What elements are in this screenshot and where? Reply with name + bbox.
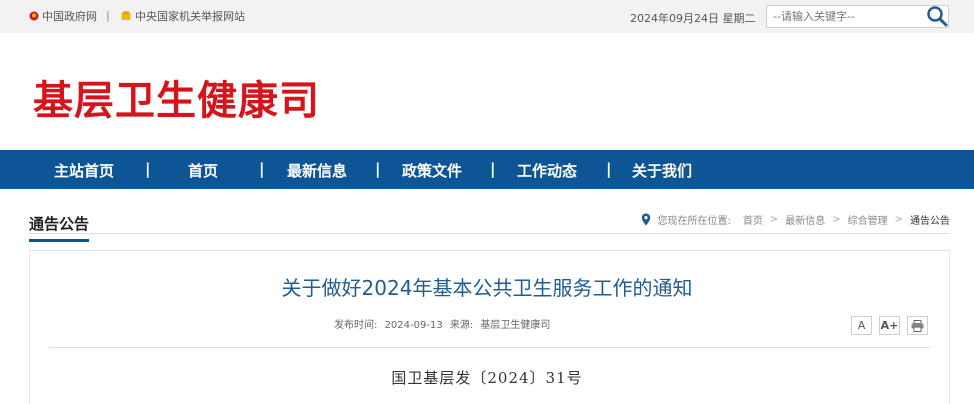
section-title: 通告公告 (29, 213, 90, 242)
breadcrumb-notices[interactable]: 通告公告 (910, 212, 950, 227)
nav-separator: | (259, 160, 265, 178)
nav-item-home[interactable]: 首页 (188, 160, 218, 181)
publish-date: 2024-09-13 (384, 320, 443, 331)
report-site-link[interactable]: 中央国家机关举报网站 (135, 10, 245, 23)
site-title: 基层卫生健康司 (33, 77, 320, 124)
font-increase-button[interactable]: A+ (879, 316, 900, 335)
nav-item-main-home[interactable]: 主站首页 (54, 160, 114, 181)
nav-separator: | (375, 160, 381, 178)
nav-item-about-us[interactable]: 关于我们 (632, 160, 692, 181)
nav-separator: | (606, 160, 612, 178)
search-input[interactable] (766, 5, 949, 28)
breadcrumb-latest-info[interactable]: 最新信息 (785, 212, 825, 227)
top-bar: 中国政府网 | 中央国家机关举报网站 2024年09月24日 星期二 (0, 0, 974, 33)
breadcrumb: 您现在所在位置: 首页 > 最新信息 > 综合管理 > 通告公告 (641, 212, 950, 227)
chevron-right-icon: > (894, 214, 903, 225)
print-icon (911, 320, 924, 332)
location-label: 您现在所在位置: (657, 216, 731, 227)
print-button[interactable] (907, 316, 928, 335)
location-pin-icon (642, 213, 651, 226)
source-value: 基层卫生健康司 (480, 320, 551, 331)
report-icon (121, 11, 131, 20)
article-divider (49, 347, 930, 348)
nav-item-work-news[interactable]: 工作动态 (517, 160, 577, 181)
national-emblem-icon (29, 11, 39, 21)
current-date: 2024年09月24日 星期二 (630, 12, 756, 25)
breadcrumb-general-management[interactable]: 综合管理 (848, 212, 888, 227)
document-number: 国卫基层发〔2024〕31号 (391, 369, 583, 387)
main-nav: 主站首页 | 首页 | 最新信息 | 政策文件 | 工作动态 | 关于我们 (0, 150, 974, 189)
nav-item-policy-files[interactable]: 政策文件 (402, 160, 462, 181)
search-icon[interactable] (925, 5, 949, 27)
source-label: 来源: (449, 320, 474, 331)
gov-site-link[interactable]: 中国政府网 (42, 10, 97, 23)
article-meta: 发布时间: 2024-09-13 来源: 基层卫生健康司 (334, 316, 554, 331)
chevron-right-icon: > (769, 214, 779, 225)
article-title: 关于做好2024年基本公共卫生服务工作的通知 (281, 276, 693, 300)
breadcrumb-home[interactable]: 首页 (743, 212, 763, 227)
nav-separator: | (145, 160, 151, 178)
section-divider (29, 233, 950, 234)
chevron-right-icon: > (832, 214, 841, 225)
nav-separator: | (490, 160, 496, 178)
font-decrease-button[interactable]: A (851, 316, 872, 335)
nav-item-latest-info[interactable]: 最新信息 (287, 160, 347, 181)
publish-label: 发布时间: (334, 320, 378, 331)
topbar-separator: | (106, 9, 110, 22)
